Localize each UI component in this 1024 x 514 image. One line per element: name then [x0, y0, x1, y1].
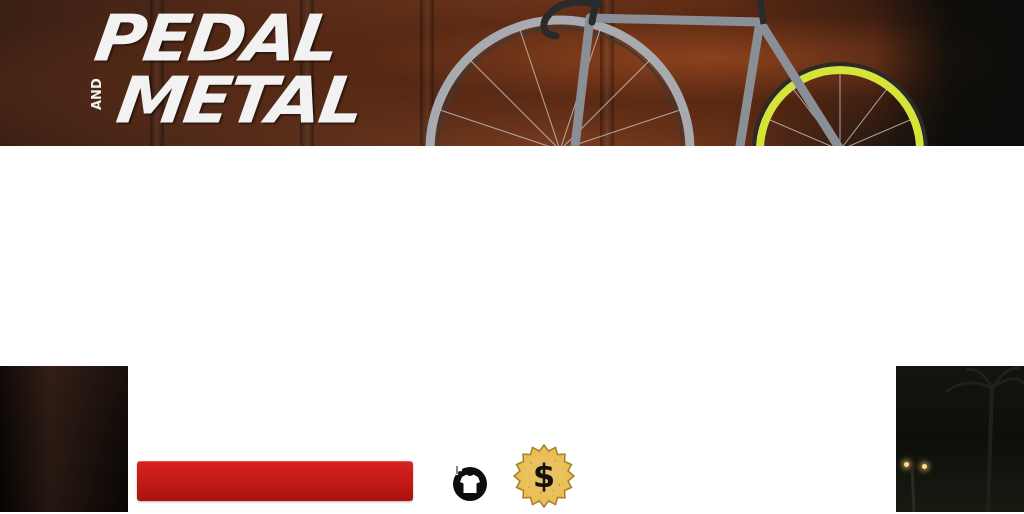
add-shirt-icon: [451, 464, 487, 501]
bike-frame: [570, 13, 843, 146]
logo-pedal-text: PEDAL: [90, 0, 342, 76]
add-shirt-button[interactable]: [449, 463, 489, 503]
rear-wheel-tire: [437, 27, 683, 146]
dollar-coin-icon: $: [512, 443, 576, 509]
bottom-right-background: [896, 366, 1024, 512]
primary-action-button[interactable]: [137, 461, 413, 501]
header-banner: PEDAL AND METAL: [0, 0, 1024, 146]
bottom-left-background: [0, 366, 128, 512]
dollar-sign: $: [533, 457, 555, 495]
palm-tree-silhouette: [910, 366, 1024, 512]
game-logo: PEDAL AND METAL: [90, 0, 402, 138]
logo-metal-text: METAL: [112, 62, 367, 138]
rear-wheel-rim: [425, 15, 695, 146]
currency-coin-button[interactable]: $: [511, 443, 577, 509]
seat-post: [756, 0, 768, 25]
